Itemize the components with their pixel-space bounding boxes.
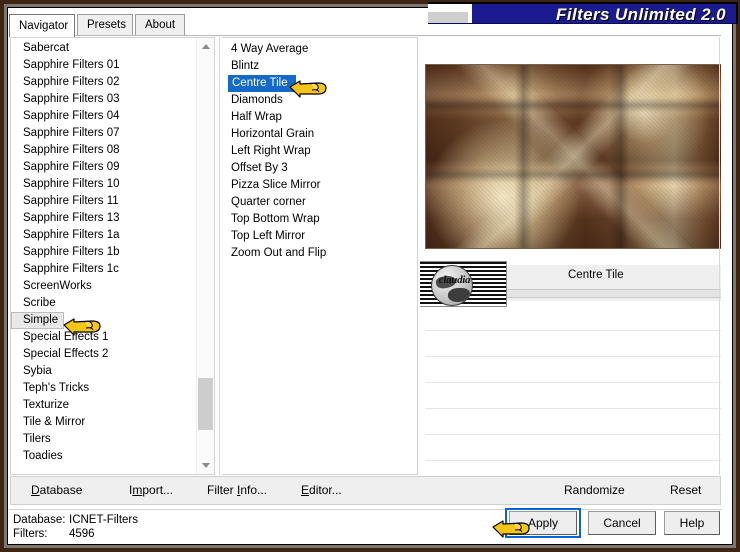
filter-info-button[interactable]: Filter Info... <box>207 483 267 497</box>
category-item[interactable]: Sapphire Filters 1a <box>11 227 197 244</box>
category-item[interactable]: Sapphire Filters 1b <box>11 244 197 261</box>
help-button[interactable]: Help <box>664 511 720 535</box>
filter-item-selected-row: Centre Tile <box>222 75 417 92</box>
category-item[interactable]: Teph's Tricks <box>11 380 197 397</box>
category-item[interactable]: Sapphire Filters 08 <box>11 142 197 159</box>
filter-item[interactable]: Diamonds <box>222 92 417 109</box>
category-item[interactable]: Texturize <box>11 397 197 414</box>
apply-button[interactable]: Apply <box>509 511 577 535</box>
parameter-row[interactable] <box>425 383 721 409</box>
panel-divider-right <box>719 37 720 475</box>
category-item-selected[interactable]: Simple <box>11 312 65 329</box>
category-item[interactable]: Sapphire Filters 09 <box>11 159 197 176</box>
category-item[interactable]: Sabercat <box>11 40 197 57</box>
category-item[interactable]: Sapphire Filters 03 <box>11 91 197 108</box>
database-button[interactable]: DDatabaseatabase <box>31 483 82 497</box>
parameter-row[interactable] <box>425 409 721 435</box>
filter-list-panel[interactable]: 4 Way Average Blintz Centre Tile Diamond… <box>222 37 418 475</box>
effect-name-label: Centre Tile <box>568 269 624 281</box>
filter-list: 4 Way Average Blintz Centre Tile Diamond… <box>222 41 417 262</box>
tab-about[interactable]: About <box>135 14 185 35</box>
source-thumbnail[interactable]: claudia <box>420 261 507 307</box>
tabstrip: Navigator Presets About <box>9 14 721 37</box>
editor-button[interactable]: Editor... <box>301 483 342 497</box>
category-item[interactable]: Tilers <box>11 431 197 448</box>
filter-item[interactable]: Left Right Wrap <box>222 143 417 160</box>
reset-button[interactable]: Reset <box>670 483 701 497</box>
category-item[interactable]: Sapphire Filters 10 <box>11 176 197 193</box>
category-item[interactable]: Special Effects 1 <box>11 329 197 346</box>
cancel-button[interactable]: Cancel <box>588 511 656 535</box>
status-database-key: Database: <box>13 514 66 526</box>
category-list-panel[interactable]: Sabercat Sapphire Filters 01 Sapphire Fi… <box>10 37 215 475</box>
filter-item[interactable]: Top Left Mirror <box>222 228 417 245</box>
filter-preview-image[interactable] <box>425 64 721 249</box>
parameter-row[interactable] <box>425 331 721 357</box>
status-filters-key: Filters: <box>13 528 48 540</box>
thumbnail-label: claudia <box>438 274 471 286</box>
scroll-down-icon[interactable] <box>197 457 214 474</box>
status-database-value: ICNET-Filters <box>69 514 138 526</box>
scrollbar-thumb[interactable] <box>198 378 213 430</box>
filter-item[interactable]: 4 Way Average <box>222 41 417 58</box>
preview-panel: Centre Tile claudia <box>420 37 721 475</box>
category-list: Sabercat Sapphire Filters 01 Sapphire Fi… <box>11 40 197 465</box>
filter-item[interactable]: Quarter corner <box>222 194 417 211</box>
status-text-block: Database: ICNET-Filters Filters: 4596 <box>13 513 138 541</box>
category-item[interactable]: Sapphire Filters 1c <box>11 261 197 278</box>
category-item-selected-row: Simple <box>11 312 197 329</box>
filter-item[interactable]: Pizza Slice Mirror <box>222 177 417 194</box>
status-database-line: Database: ICNET-Filters <box>13 513 138 527</box>
category-item[interactable]: Sapphire Filters 04 <box>11 108 197 125</box>
parameter-row[interactable] <box>425 305 721 331</box>
app-window: Filters Unlimited 2.0 Navigator Presets … <box>0 0 740 552</box>
import-button[interactable]: Import... <box>129 483 173 497</box>
filter-item[interactable]: Top Bottom Wrap <box>222 211 417 228</box>
filter-item-selected[interactable]: Centre Tile <box>228 75 296 92</box>
filter-item[interactable]: Blintz <box>222 58 417 75</box>
category-item[interactable]: Sybia <box>11 363 197 380</box>
parameter-rows <box>425 305 721 475</box>
filter-item[interactable]: Offset By 3 <box>222 160 417 177</box>
scroll-up-icon[interactable] <box>197 38 214 55</box>
tabstrip-underline <box>9 35 721 36</box>
tab-presets[interactable]: Presets <box>77 14 133 35</box>
category-item[interactable]: Scribe <box>11 295 197 312</box>
tab-navigator[interactable]: Navigator <box>9 14 75 37</box>
category-item[interactable]: ScreenWorks <box>11 278 197 295</box>
filter-item[interactable]: Half Wrap <box>222 109 417 126</box>
randomize-button[interactable]: Randomize <box>564 483 625 497</box>
category-item[interactable]: Sapphire Filters 13 <box>11 210 197 227</box>
category-item[interactable]: Special Effects 2 <box>11 346 197 363</box>
filter-item[interactable]: Zoom Out and Flip <box>222 245 417 262</box>
parameter-row[interactable] <box>425 435 721 461</box>
category-item[interactable]: Toadies <box>11 448 197 465</box>
category-item[interactable]: Sapphire Filters 11 <box>11 193 197 210</box>
status-filters-value: 4596 <box>69 528 95 540</box>
category-item[interactable]: Sapphire Filters 07 <box>11 125 197 142</box>
category-item[interactable]: Sapphire Filters 01 <box>11 57 197 74</box>
category-list-scrollbar[interactable] <box>196 38 214 474</box>
category-item[interactable]: Sapphire Filters 02 <box>11 74 197 91</box>
parameter-row[interactable] <box>425 461 721 475</box>
parameter-row[interactable] <box>425 357 721 383</box>
filter-item[interactable]: Horizontal Grain <box>222 126 417 143</box>
category-item[interactable]: Tile & Mirror <box>11 414 197 431</box>
status-filters-line: Filters: 4596 <box>13 527 138 541</box>
command-bar: DDatabaseatabase Import... Filter Info..… <box>10 476 721 505</box>
panel-divider-left <box>219 37 220 475</box>
